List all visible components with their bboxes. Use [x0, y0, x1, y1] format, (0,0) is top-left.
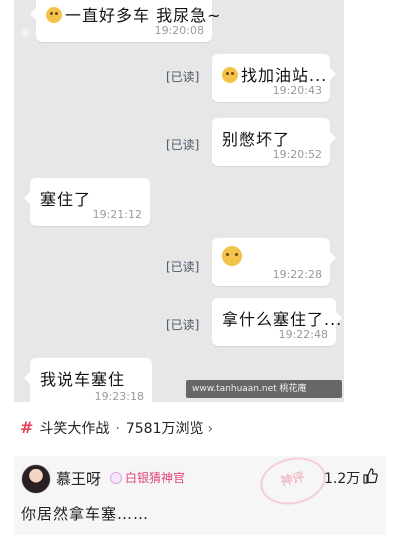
- message-time: 19:22:28: [272, 268, 322, 281]
- read-receipt: [已读]: [166, 70, 200, 84]
- emoji-icon: [222, 246, 242, 266]
- badge-icon: [110, 472, 122, 484]
- message-bubble: 我说车塞住 19:23:18: [24, 358, 152, 402]
- comment-username[interactable]: 慕王呀: [56, 468, 101, 489]
- message-time: 19:20:52: [272, 148, 322, 161]
- read-receipt: [已读]: [166, 260, 200, 274]
- chat-screenshot: ※ 笑料 一直好多车 我尿急~ 19:20:08 [已读] 找加油站... 19…: [14, 0, 344, 402]
- message-bubble: 找加油站... 19:20:43: [212, 54, 336, 102]
- message-time: 19:20:43: [272, 84, 322, 97]
- read-receipt: [已读]: [166, 138, 200, 152]
- message-text: 别憋坏了: [222, 130, 291, 149]
- emoji-icon: [222, 67, 238, 83]
- hashtag-icon: #: [20, 418, 34, 437]
- message-text: 拿什么塞住了...: [222, 310, 343, 329]
- message-text: 找加油站...: [241, 66, 328, 85]
- message-time: 19:23:18: [94, 390, 144, 402]
- comment-text: 你居然拿车塞……: [21, 505, 150, 523]
- message-bubble: 一直好多车 我尿急~ 19:20:08: [30, 0, 221, 42]
- topic-title: 斗笑大作战: [39, 421, 110, 437]
- read-receipt: [已读]: [166, 318, 200, 332]
- topic-link[interactable]: # 斗笑大作战 · 7581万浏览 ›: [20, 417, 213, 439]
- message-time: 19:21:12: [92, 208, 142, 221]
- message-bubble: 拿什么塞住了... 19:22:48: [212, 298, 342, 346]
- message-text: 一直好多车 我尿急~: [65, 6, 222, 25]
- watermark-bottom: www.tanhuaan.net 桃花庵: [186, 380, 342, 398]
- topic-views: 7581万浏览: [125, 421, 204, 437]
- message-bubble: 别憋坏了 19:20:52: [212, 118, 336, 166]
- message-bubble: 塞住了 19:21:12: [24, 178, 150, 226]
- chevron-right-icon: ›: [207, 421, 214, 437]
- avatar[interactable]: [21, 464, 51, 494]
- badge-label: 白银猜神官: [125, 471, 186, 485]
- emoji-icon: [46, 7, 62, 23]
- message-time: 19:22:48: [278, 328, 328, 341]
- message-text: 我说车塞住: [40, 370, 126, 389]
- comment-card: 慕王呀 白银猜神官 神评 1.2万 你居然拿车塞……: [14, 451, 386, 535]
- like-count: 1.2万: [324, 471, 361, 487]
- message-bubble: 19:22:28: [212, 238, 336, 286]
- user-badge: 白银猜神官: [110, 469, 185, 486]
- thumbs-up-icon[interactable]: [362, 468, 378, 484]
- message-time: 19:20:08: [154, 24, 204, 37]
- message-text: 塞住了: [40, 190, 92, 209]
- hot-comment-stamp: 神评: [255, 451, 331, 511]
- separator: ·: [115, 421, 120, 437]
